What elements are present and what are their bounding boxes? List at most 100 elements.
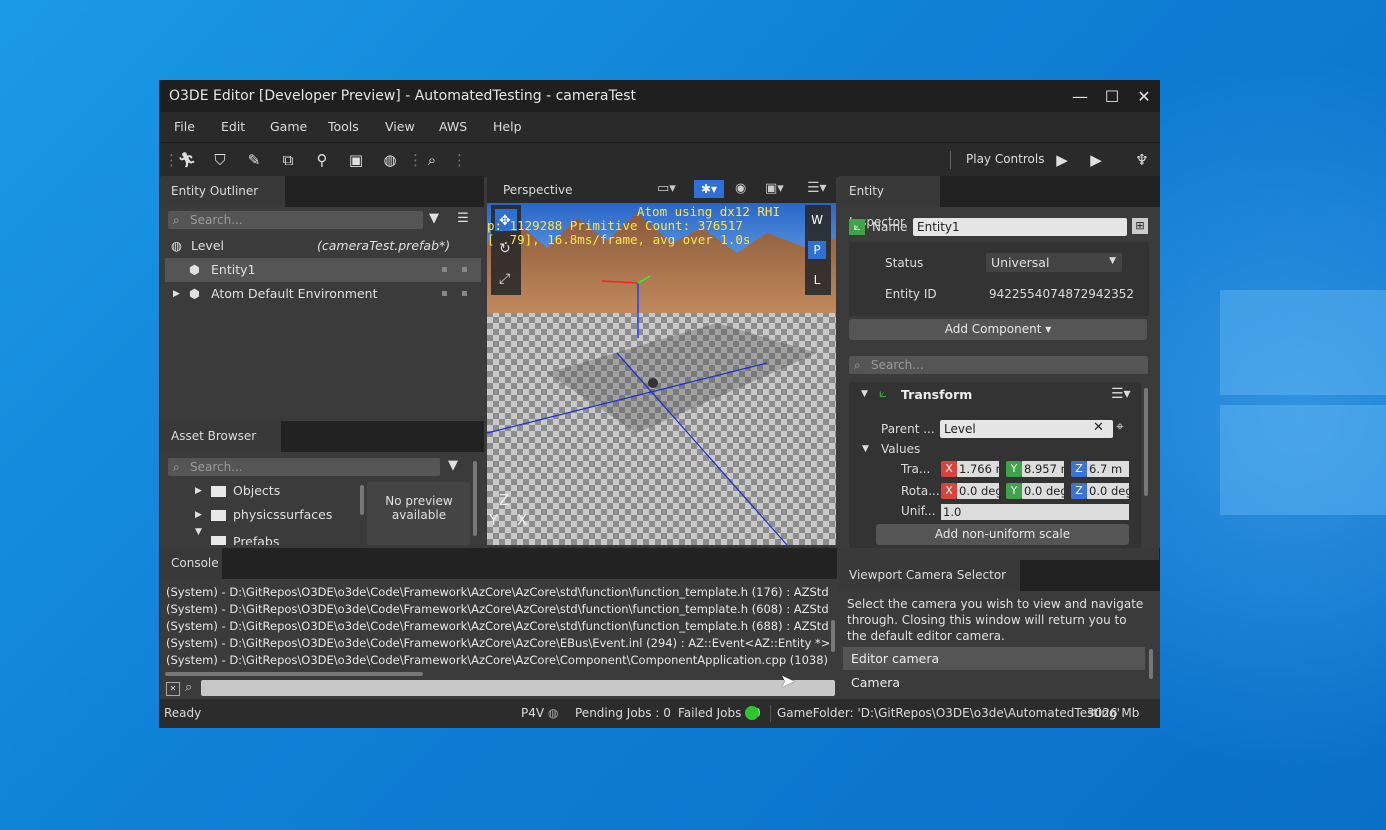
menu-edit[interactable]: Edit (221, 119, 245, 134)
menu-view[interactable]: View (385, 119, 415, 134)
component-menu-icon[interactable]: ☰▾ (1111, 386, 1131, 402)
graph-icon[interactable]: ⚲ (312, 150, 332, 170)
menu-help[interactable]: Help (493, 119, 522, 134)
parent-input[interactable]: Level (940, 420, 1113, 438)
overlay-line: [ .79], 16.8ms/frame, avg over 1.0s (487, 232, 751, 247)
console-command-input[interactable] (201, 680, 835, 696)
inspector-scrollbar[interactable] (1144, 388, 1148, 496)
list-item[interactable]: ▶ Objects (165, 479, 355, 503)
maximize-button[interactable]: ☐ (1096, 81, 1128, 112)
menu-game[interactable]: Game (270, 119, 307, 134)
entity-icon: ⬢ (189, 262, 200, 277)
uniform-scale-input[interactable]: 1.0 (941, 504, 1129, 520)
run-icon[interactable]: 🏃︎ (177, 150, 197, 170)
outliner-row-extra: (cameraTest.prefab*) (317, 238, 451, 253)
status-bar: Ready P4V ◍ Pending Jobs : 0 Failed Jobs… (160, 699, 1160, 728)
viewport-title: Perspective (503, 183, 573, 197)
outliner-menu-icon[interactable]: ☰ (453, 209, 473, 229)
component-search-input[interactable]: ⌕ Search... (849, 356, 1148, 374)
visibility-icon[interactable]: ▪ (441, 282, 448, 306)
uniform-scale-label: Unif... (901, 504, 936, 518)
search-icon: ⌕ (854, 358, 861, 372)
lock-icon[interactable]: ⛉ (210, 150, 230, 170)
add-nonuniform-scale-button[interactable]: Add non-uniform scale (876, 524, 1129, 545)
clear-console-icon[interactable]: ✕ (166, 682, 180, 696)
minimize-button[interactable]: — (1064, 81, 1096, 112)
menu-tools[interactable]: Tools (328, 119, 359, 134)
list-item[interactable]: ◍ Level (cameraTest.prefab*) (165, 234, 481, 258)
entity-icon: ⟀ (849, 219, 865, 235)
tab-console[interactable]: Console (161, 548, 222, 579)
menu-aws[interactable]: AWS (439, 119, 467, 134)
rotate-y-input[interactable]: 0.0 deg (1022, 483, 1064, 499)
chevron-right-icon[interactable]: ▶ (173, 282, 180, 306)
chevron-down-icon[interactable]: ▼ (195, 525, 202, 544)
local-space-button[interactable]: L (808, 271, 826, 289)
target-icon[interactable]: ⌖ (1116, 419, 1124, 435)
camera-icon[interactable]: ▭▾ (657, 181, 676, 196)
pin-icon[interactable]: ⊞ (1132, 218, 1148, 234)
tab-asset-browser[interactable]: Asset Browser (161, 421, 281, 452)
play-icon[interactable]: ▶ (1052, 150, 1072, 170)
list-item[interactable]: ▼ Prefabs (165, 525, 355, 545)
visibility-icon[interactable]: ▪ (441, 258, 448, 282)
world-space-button[interactable]: W (808, 211, 826, 229)
tab-entity-inspector[interactable]: Entity Inspector (839, 176, 940, 229)
asset-panel-scrollbar[interactable] (473, 461, 477, 536)
list-item[interactable]: ▶ ⬢ Atom Default Environment ▪ ▪ (165, 282, 481, 306)
lock-icon[interactable]: ▪ (461, 258, 468, 282)
viewport-tabbar: Perspective ▭▾ ✱▾ ◉ ▣▾ ☰▾ (487, 176, 836, 203)
translate-x-input[interactable]: 1.766 m (957, 461, 999, 477)
transform-title: Transform (901, 387, 973, 402)
add-component-button[interactable]: Add Component ▾ (849, 319, 1147, 340)
globe-icon[interactable]: ◍ (380, 150, 400, 170)
script-canvas-icon[interactable]: ⧉ (278, 150, 298, 170)
asset-search-input[interactable]: ⌕ Search... (168, 458, 440, 476)
console-hscrollbar[interactable] (165, 672, 423, 676)
list-item[interactable]: Camera (843, 671, 1145, 694)
inspect-icon[interactable]: ⌕ (422, 150, 442, 170)
entity-icon: ⬢ (189, 286, 200, 301)
entity-id-value: 9422554074872942352 (989, 287, 1135, 301)
status-dropdown[interactable]: Universal ▼ (986, 253, 1122, 272)
layout-icon[interactable]: ▣▾ (765, 181, 784, 196)
viewport-scene[interactable]: ✥ ↻ ⤢ Z Y X (487, 203, 836, 545)
list-item[interactable]: ▶ physicssurfaces (165, 503, 355, 527)
tab-viewport-camera-selector[interactable]: Viewport Camera Selector (839, 560, 1020, 591)
menu-file[interactable]: File (174, 119, 195, 134)
asset-list-scrollbar[interactable] (360, 485, 364, 515)
eye-icon[interactable]: ◉ (735, 181, 746, 196)
chevron-down-icon[interactable]: ▼ (861, 389, 868, 399)
filter-icon[interactable]: ▼ (443, 456, 463, 476)
play-game-icon[interactable]: ▶ (1086, 150, 1106, 170)
console-panel: Console (System) - D:\GitRepos\O3DE\o3de… (161, 548, 837, 699)
chevron-right-icon[interactable]: ▶ (195, 479, 202, 503)
chevron-right-icon[interactable]: ▶ (195, 503, 202, 527)
translate-y-input[interactable]: 8.957 m (1022, 461, 1064, 477)
translate-z-input[interactable]: 6.7 m (1087, 461, 1129, 477)
filter-icon[interactable]: ▼ (424, 209, 444, 229)
console-vscrollbar[interactable] (831, 620, 835, 652)
list-item[interactable]: Editor camera (843, 647, 1145, 670)
windows-logo-pane (1220, 290, 1386, 395)
debug-icon[interactable]: ✱▾ (694, 180, 724, 198)
tab-entity-outliner[interactable]: Entity Outliner (161, 176, 285, 207)
camera-selector-description: Select the camera you wish to view and n… (847, 597, 1144, 643)
lock-icon[interactable]: ▪ (461, 282, 468, 306)
rotate-x-input[interactable]: 0.0 deg (957, 483, 999, 499)
p4v-icon[interactable]: ◍ (548, 706, 558, 720)
outliner-search-input[interactable]: ⌕ Search... (168, 211, 423, 229)
paint-icon[interactable]: ✎ (244, 150, 264, 170)
name-input[interactable]: Entity1 (913, 218, 1127, 236)
x-axis-icon: X (941, 483, 957, 499)
simulate-icon[interactable]: ♆ (1132, 150, 1152, 170)
camera-list-scrollbar[interactable] (1149, 649, 1153, 679)
close-button[interactable]: ✕ (1128, 81, 1160, 112)
image-icon[interactable]: ▣ (346, 150, 366, 170)
chevron-down-icon[interactable]: ▼ (862, 444, 869, 454)
parent-space-button[interactable]: P (808, 241, 826, 259)
rotate-z-input[interactable]: 0.0 deg (1087, 483, 1129, 499)
viewport-menu-icon[interactable]: ☰▾ (807, 180, 827, 196)
list-item[interactable]: ⬢ Entity1 ▪ ▪ (165, 258, 481, 282)
clear-icon[interactable]: ✕ (1093, 420, 1104, 435)
